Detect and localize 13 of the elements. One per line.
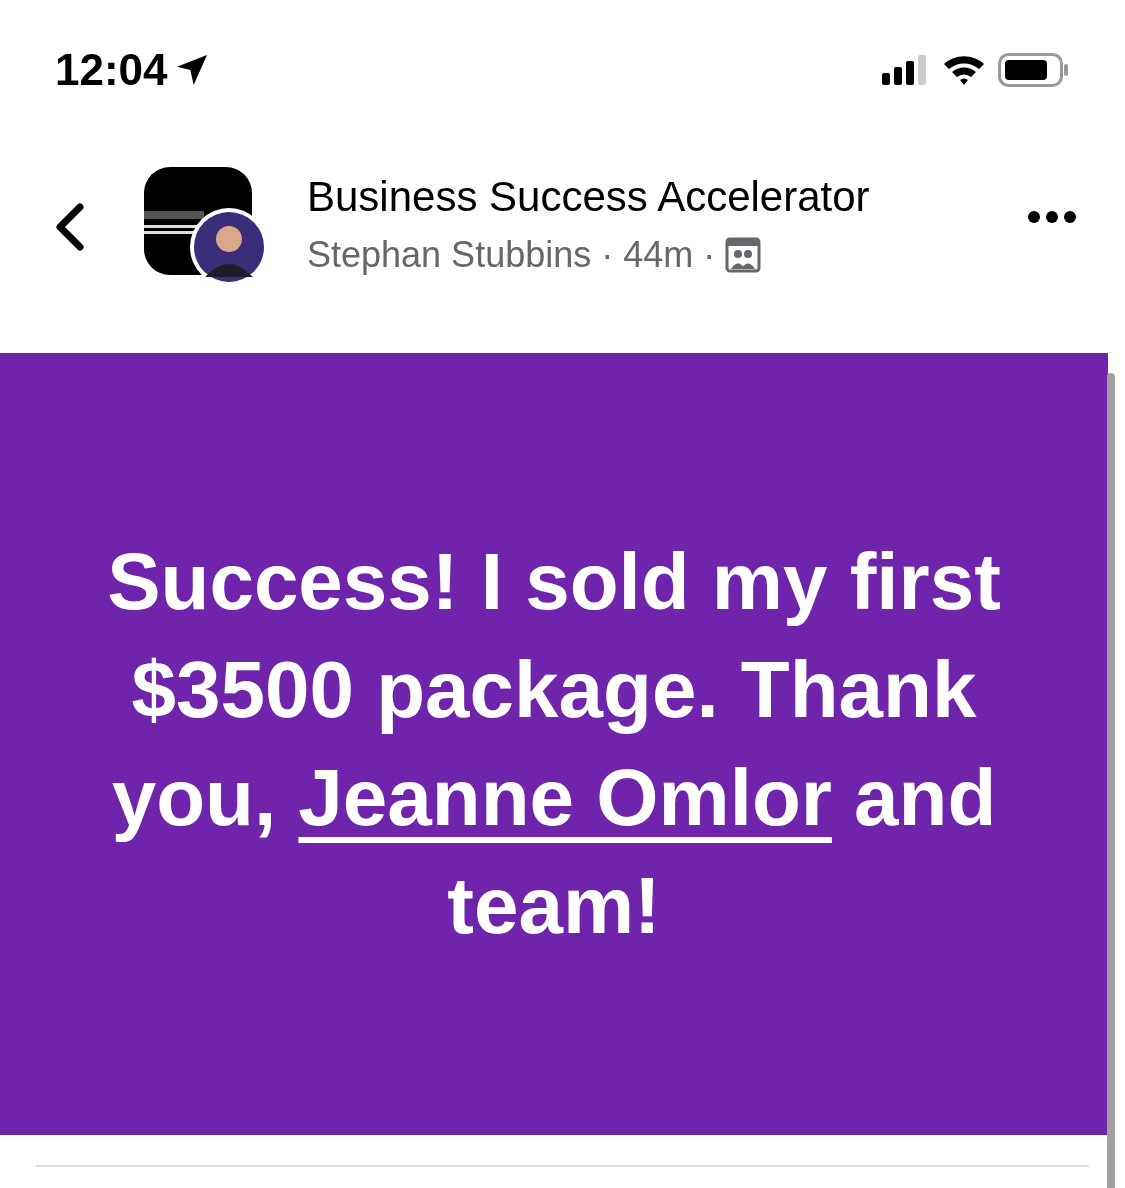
wifi-icon — [942, 54, 986, 86]
group-members-icon — [725, 236, 762, 273]
post-time: 44m — [623, 232, 694, 277]
group-name[interactable]: Business Success Accelerator — [307, 171, 1027, 224]
mention-link[interactable]: Jeanne Omlor — [298, 753, 832, 842]
status-time: 12:04 — [55, 48, 168, 92]
separator: · — [601, 232, 614, 277]
separator: · — [703, 232, 716, 277]
post-text: Success! I sold my first $3500 package. Thank you, Jeanne Omlor and team! — [106, 536, 1002, 952]
battery-icon — [998, 53, 1070, 87]
scrollbar[interactable] — [1107, 373, 1115, 1188]
more-icon[interactable] — [1027, 209, 1077, 224]
author-name[interactable]: Stephan Stubbins — [307, 227, 592, 282]
